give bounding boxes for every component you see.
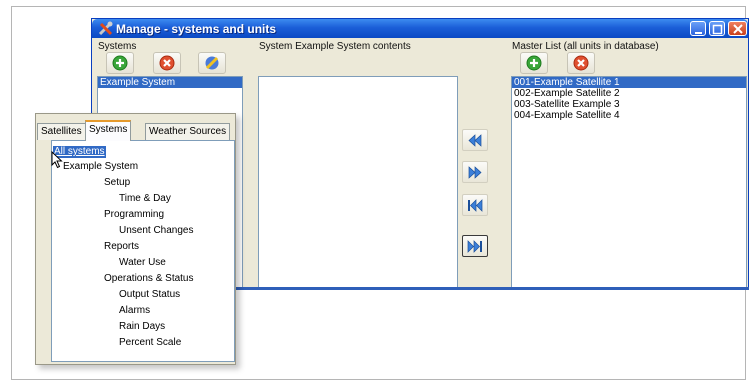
close-button[interactable] xyxy=(728,21,747,36)
tree-node-time-and-day[interactable]: Time & Day xyxy=(119,193,171,205)
tree-node-water-use[interactable]: Water Use xyxy=(119,257,166,269)
systems-label: Systems xyxy=(98,41,137,52)
tab-satellites[interactable]: Satellites xyxy=(37,123,86,140)
delete-unit-button[interactable] xyxy=(567,52,595,74)
tab-weather-sources[interactable]: Weather Sources xyxy=(145,123,231,140)
tree-node-alarms[interactable]: Alarms xyxy=(119,305,150,317)
maximize-button[interactable] xyxy=(709,21,725,36)
delete-icon xyxy=(159,55,175,71)
tree-node-rain-days[interactable]: Rain Days xyxy=(119,321,165,333)
contents-label: System Example System contents xyxy=(259,41,411,52)
edit-system-button[interactable] xyxy=(198,52,226,74)
move-left-icon xyxy=(468,134,482,147)
delete-system-button[interactable] xyxy=(153,52,181,74)
maximize-icon xyxy=(712,24,723,35)
tab-systems[interactable]: Systems xyxy=(85,120,132,141)
tree-node-programming[interactable]: Programming xyxy=(104,209,164,221)
tree-node-unsent-changes[interactable]: Unsent Changes xyxy=(119,225,194,237)
tree-node-output-status[interactable]: Output Status xyxy=(119,289,180,301)
move-all-left-button[interactable] xyxy=(462,194,488,216)
add-unit-button[interactable] xyxy=(520,52,548,74)
tree-node-reports[interactable]: Reports xyxy=(104,241,139,253)
tree-node-example-system[interactable]: Example System xyxy=(63,161,138,173)
navigation-panel: Satellites Systems Weather Sources All s… xyxy=(35,113,236,365)
list-item[interactable]: Example System xyxy=(98,77,242,88)
add-icon xyxy=(526,55,542,71)
delete-icon xyxy=(573,55,589,71)
move-all-left-icon xyxy=(468,199,483,212)
list-item[interactable]: 001-Example Satellite 1 xyxy=(512,77,746,88)
move-right-icon xyxy=(468,166,482,179)
add-system-button[interactable] xyxy=(106,52,134,74)
mouse-cursor-icon xyxy=(51,151,63,169)
tree-node-operations-status[interactable]: Operations & Status xyxy=(104,273,194,285)
minimize-button[interactable] xyxy=(690,21,706,36)
edit-icon xyxy=(205,56,219,70)
tree-node-percent-scale[interactable]: Percent Scale xyxy=(119,337,181,349)
contents-list[interactable] xyxy=(258,76,458,288)
list-item[interactable]: 004-Example Satellite 4 xyxy=(512,110,746,121)
move-right-button[interactable] xyxy=(462,161,488,183)
move-all-right-button[interactable] xyxy=(462,235,488,257)
master-list-label: Master List (all units in database) xyxy=(512,41,659,52)
move-all-right-icon xyxy=(467,240,482,253)
window-title: Manage - systems and units xyxy=(116,22,277,36)
minimize-icon xyxy=(695,32,702,34)
systems-tree[interactable]: All systems Example System Setup Time & … xyxy=(51,140,235,362)
master-list[interactable]: 001-Example Satellite 1 002-Example Sate… xyxy=(511,76,747,288)
list-item[interactable]: 003-Satellite Example 3 xyxy=(512,99,746,110)
tools-icon xyxy=(98,21,113,36)
title-bar[interactable]: Manage - systems and units xyxy=(92,19,748,38)
move-left-button[interactable] xyxy=(462,129,488,151)
add-icon xyxy=(112,55,128,71)
tree-node-setup[interactable]: Setup xyxy=(104,177,130,189)
list-item[interactable]: 002-Example Satellite 2 xyxy=(512,88,746,99)
close-icon xyxy=(733,24,743,34)
